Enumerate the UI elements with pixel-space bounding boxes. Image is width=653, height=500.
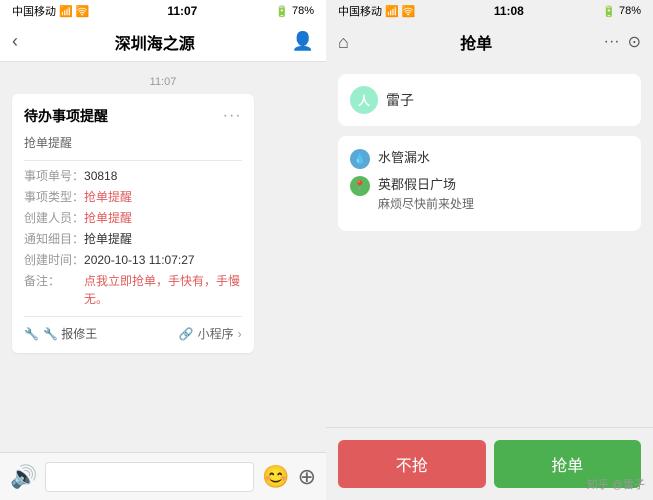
right-status-left: 中国移动 📶 🛜	[338, 3, 415, 19]
bubble-divider	[24, 160, 242, 161]
left-status-left: 中国移动 📶 🛜	[12, 3, 89, 19]
field-value-0: 30818	[84, 167, 242, 185]
bubble-footer: 🔧 🔧 报修王 🔗 小程序 ›	[24, 316, 242, 343]
field-row-3: 通知细目： 抢单提醒	[24, 230, 242, 248]
more-button[interactable]: ···	[604, 33, 620, 51]
field-label-5: 备注：	[24, 272, 84, 308]
chat-area: 11:07 待办事项提醒 ··· 抢单提醒 事项单号： 30818 事项类型： …	[0, 62, 326, 452]
right-phone: 中国移动 📶 🛜 11:08 🔋 78% ⌂ 抢单 ··· ⊙ 人 雷子	[326, 0, 653, 500]
field-row-0: 事项单号： 30818	[24, 167, 242, 185]
field-value-3: 抢单提醒	[84, 230, 242, 248]
signal-icon-right: 📶	[385, 5, 399, 18]
footer-left-text: 🔧 报修王	[43, 325, 97, 343]
field-label-3: 通知细目：	[24, 230, 84, 248]
right-status-right: 🔋 78%	[602, 5, 641, 18]
bubble-dots: ···	[223, 104, 242, 128]
voice-button[interactable]: 🔊	[10, 464, 37, 490]
field-label-4: 创建时间：	[24, 251, 84, 269]
field-row-1: 事项类型： 抢单提醒	[24, 188, 242, 206]
reject-button[interactable]: 不抢	[338, 440, 486, 488]
message-input[interactable]	[45, 462, 254, 492]
info-row-water: 💧 水管漏水	[350, 148, 629, 169]
bubble-title: 待办事项提醒	[24, 106, 108, 127]
field-row-2: 创建人员： 抢单提醒	[24, 209, 242, 227]
person-name: 雷子	[386, 90, 414, 110]
info-row-location: 📍 英郡假日广场 麻烦尽快前来处理	[350, 175, 629, 213]
back-button[interactable]: ‹	[12, 31, 18, 52]
water-text: 水管漏水	[378, 148, 629, 168]
location-text: 英郡假日广场 麻烦尽快前来处理	[378, 175, 629, 213]
battery-icon-right: 🔋	[602, 5, 616, 18]
left-status-right: 🔋 78%	[275, 5, 314, 18]
footer-right-text: 小程序	[198, 325, 234, 343]
carrier-right: 中国移动	[338, 3, 382, 19]
input-bar: 🔊 😊 ⊕	[0, 452, 326, 500]
message-timestamp: 11:07	[12, 76, 314, 88]
field-label-0: 事项单号：	[24, 167, 84, 185]
person-row: 人 雷子	[350, 86, 629, 114]
plus-button[interactable]: ⊕	[298, 464, 316, 490]
repair-icon: 🔧	[24, 325, 39, 343]
location-icon: 📍	[350, 176, 370, 196]
left-nav-title: 深圳海之源	[115, 30, 195, 54]
field-row-4: 创建时间： 2020-10-13 11:07:27	[24, 251, 242, 269]
field-value-2: 抢单提醒	[84, 209, 242, 227]
field-value-5: 点我立即抢单，手快有，手慢无。	[84, 272, 242, 308]
footer-arrow: ›	[238, 325, 242, 343]
field-label-1: 事项类型：	[24, 188, 84, 206]
miniapp-icon: 🔗	[179, 325, 194, 343]
profile-icon[interactable]: 👤	[292, 31, 314, 52]
field-label-2: 创建人员：	[24, 209, 84, 227]
water-title: 水管漏水	[378, 148, 629, 168]
right-nav-title: 抢单	[460, 30, 492, 54]
message-bubble: 待办事项提醒 ··· 抢单提醒 事项单号： 30818 事项类型： 抢单提醒 创…	[12, 94, 254, 353]
field-value-1: 抢单提醒	[84, 188, 242, 206]
battery-right: 78%	[619, 5, 641, 17]
location-name: 英郡假日广场	[378, 175, 629, 195]
circle-button[interactable]: ⊙	[628, 32, 641, 52]
person-card: 人 雷子	[338, 74, 641, 126]
left-phone: 中国移动 📶 🛜 11:07 🔋 78% ‹ 深圳海之源 👤 11:07 待办事…	[0, 0, 326, 500]
bubble-header: 待办事项提醒 ···	[24, 104, 242, 128]
left-status-bar: 中国移动 📶 🛜 11:07 🔋 78%	[0, 0, 326, 22]
carrier-left: 中国移动	[12, 3, 56, 19]
bubble-subtitle: 抢单提醒	[24, 134, 242, 152]
right-content: 人 雷子 💧 水管漏水 📍 英郡假日广场 麻烦尽快前来处理	[326, 62, 653, 427]
field-value-4: 2020-10-13 11:07:27	[84, 251, 242, 269]
footer-left: 🔧 🔧 报修王	[24, 325, 97, 343]
location-desc: 麻烦尽快前来处理	[378, 195, 629, 213]
footer-right[interactable]: 🔗 小程序 ›	[179, 325, 242, 343]
right-nav-bar: ⌂ 抢单 ··· ⊙	[326, 22, 653, 62]
wifi-icon-right: 🛜	[402, 5, 416, 18]
signal-icon-left: 📶	[59, 5, 73, 18]
right-status-bar: 中国移动 📶 🛜 11:08 🔋 78%	[326, 0, 653, 22]
time-left: 11:07	[167, 4, 197, 18]
avatar-icon: 人	[358, 92, 370, 109]
right-nav-actions: ··· ⊙	[604, 32, 641, 52]
field-row-5: 备注： 点我立即抢单，手快有，手慢无。	[24, 272, 242, 308]
info-card: 💧 水管漏水 📍 英郡假日广场 麻烦尽快前来处理	[338, 136, 641, 231]
battery-icon-left: 🔋	[275, 5, 289, 18]
emoji-button[interactable]: 😊	[262, 464, 289, 490]
water-icon: 💧	[350, 149, 370, 169]
wifi-icon-left: 🛜	[76, 5, 90, 18]
battery-left: 78%	[292, 5, 314, 17]
person-avatar: 人	[350, 86, 378, 114]
time-right: 11:08	[494, 4, 524, 18]
home-button[interactable]: ⌂	[338, 32, 349, 53]
left-nav-bar: ‹ 深圳海之源 👤	[0, 22, 326, 62]
watermark: 知乎 @雷子	[587, 476, 645, 492]
